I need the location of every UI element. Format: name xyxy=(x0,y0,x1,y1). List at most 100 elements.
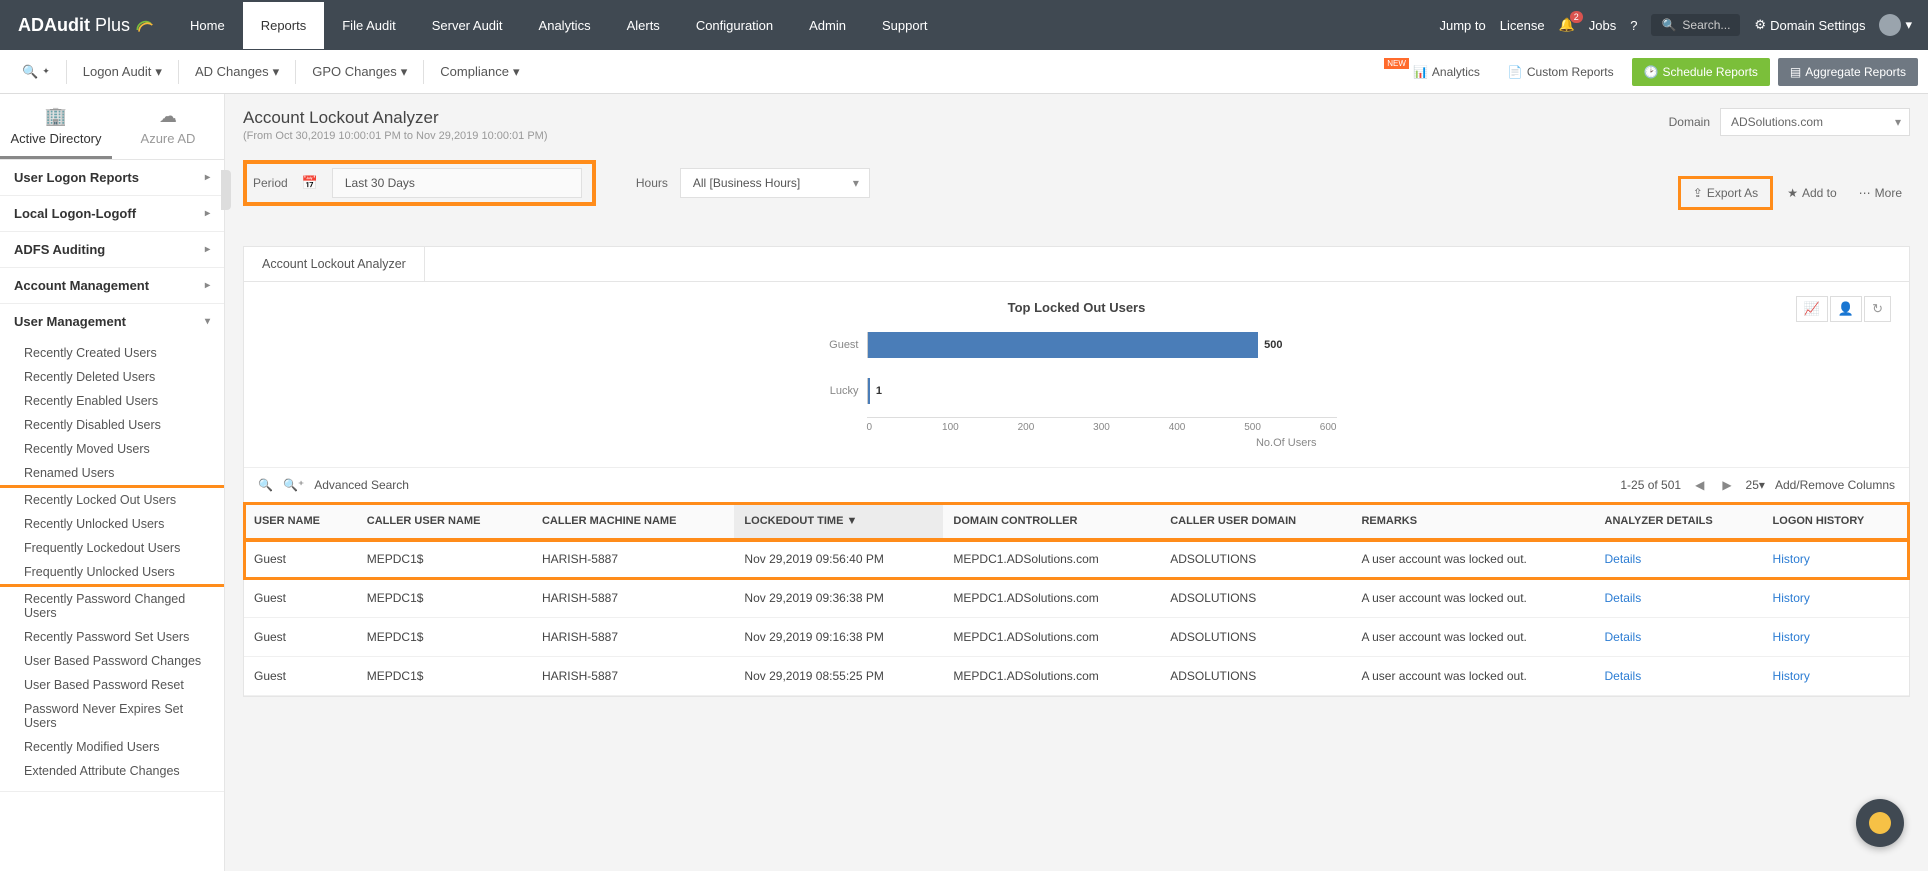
item-recently-locked[interactable]: Recently Locked Out Users xyxy=(0,488,224,512)
add-to-button[interactable]: ★Add to xyxy=(1779,181,1844,205)
hours-select[interactable]: All [Business Hours] xyxy=(680,168,870,198)
section-account-mgmt[interactable]: Account Management▸ xyxy=(0,268,224,303)
pager-prev[interactable]: ◀ xyxy=(1691,476,1708,494)
nav-configuration[interactable]: Configuration xyxy=(678,2,791,49)
item-recently-enabled[interactable]: Recently Enabled Users xyxy=(0,389,224,413)
item-pwd-never-expires[interactable]: Password Never Expires Set Users xyxy=(0,697,224,735)
details-link[interactable]: Details xyxy=(1605,669,1642,683)
calendar-icon[interactable]: 📅 xyxy=(302,175,318,191)
nav-server-audit[interactable]: Server Audit xyxy=(414,2,521,49)
pager-next[interactable]: ▶ xyxy=(1718,476,1735,494)
add-remove-columns[interactable]: Add/Remove Columns xyxy=(1775,478,1895,492)
col-caller-machine[interactable]: CALLER MACHINE NAME xyxy=(532,503,734,540)
nav-admin[interactable]: Admin xyxy=(791,2,864,49)
item-freq-locked[interactable]: Frequently Lockedout Users xyxy=(0,536,224,560)
section-adfs[interactable]: ADFS Auditing▸ xyxy=(0,232,224,267)
nav-analytics[interactable]: Analytics xyxy=(521,2,609,49)
advanced-search-icon[interactable]: 🔍⁺ xyxy=(283,478,304,492)
aggregate-reports-button[interactable]: ▤ Aggregate Reports xyxy=(1778,58,1918,86)
item-renamed[interactable]: Renamed Users xyxy=(0,461,224,485)
item-recently-modified[interactable]: Recently Modified Users xyxy=(0,735,224,759)
col-logon-history[interactable]: LOGON HISTORY xyxy=(1763,503,1909,540)
export-as-button[interactable]: ⇪Export As xyxy=(1685,181,1766,205)
building-icon: 🏢 xyxy=(4,106,108,127)
jump-to-link[interactable]: Jump to xyxy=(1439,18,1485,33)
jobs-link[interactable]: Jobs xyxy=(1589,18,1616,33)
topbar-right: Jump to License 🔔 2 Jobs ? 🔍 Search... ⚙… xyxy=(1439,14,1928,36)
history-link[interactable]: History xyxy=(1773,552,1810,566)
domain-settings-link[interactable]: ⚙ Domain Settings xyxy=(1754,17,1865,33)
tab-azure-ad[interactable]: ☁ Azure AD xyxy=(112,94,224,159)
col-lockedout-time[interactable]: LOCKEDOUT TIME ▼ xyxy=(734,503,943,540)
period-select[interactable]: Last 30 Days xyxy=(332,168,582,198)
user-menu[interactable]: ▾ xyxy=(1879,14,1912,36)
quick-pref-icon[interactable]: 🔍✦ xyxy=(10,58,62,86)
section-user-mgmt[interactable]: User Management▾ xyxy=(0,304,224,339)
item-freq-unlocked[interactable]: Frequently Unlocked Users xyxy=(0,560,224,584)
nav-alerts[interactable]: Alerts xyxy=(609,2,678,49)
tab-lockout-analyzer[interactable]: Account Lockout Analyzer xyxy=(244,247,425,281)
details-link[interactable]: Details xyxy=(1605,552,1642,566)
col-caller-domain[interactable]: CALLER USER DOMAIN xyxy=(1160,503,1351,540)
cell-history: History xyxy=(1763,540,1909,579)
item-user-pwd-changes[interactable]: User Based Password Changes xyxy=(0,649,224,673)
item-recently-moved[interactable]: Recently Moved Users xyxy=(0,437,224,461)
nav-file-audit[interactable]: File Audit xyxy=(324,2,413,49)
page-size-select[interactable]: 25▾ xyxy=(1746,478,1765,492)
help-fab[interactable] xyxy=(1856,799,1904,847)
chart-refresh-icon[interactable]: ↻ xyxy=(1864,296,1891,322)
topnav: Home Reports File Audit Server Audit Ana… xyxy=(172,2,1439,49)
domain-select-box[interactable]: ADSolutions.com xyxy=(1720,108,1910,136)
nav-reports[interactable]: Reports xyxy=(243,2,325,49)
item-pwd-changed[interactable]: Recently Password Changed Users xyxy=(0,587,224,625)
col-remarks[interactable]: REMARKS xyxy=(1351,503,1594,540)
col-analyzer-details[interactable]: ANALYZER DETAILS xyxy=(1595,503,1763,540)
section-user-logon[interactable]: User Logon Reports▸ xyxy=(0,160,224,195)
dd-compliance[interactable]: Compliance ▾ xyxy=(428,58,531,86)
chart-user-icon[interactable]: 👤 xyxy=(1830,296,1862,322)
custom-reports-button[interactable]: 📄 Custom Reports xyxy=(1498,58,1624,86)
license-link[interactable]: License xyxy=(1500,18,1545,33)
history-link[interactable]: History xyxy=(1773,630,1810,644)
schedule-reports-button[interactable]: 🕑 Schedule Reports xyxy=(1632,58,1770,86)
section-local-logon[interactable]: Local Logon-Logoff▸ xyxy=(0,196,224,231)
more-button[interactable]: ⋯More xyxy=(1851,181,1910,205)
item-pwd-set[interactable]: Recently Password Set Users xyxy=(0,625,224,649)
details-link[interactable]: Details xyxy=(1605,591,1642,605)
chart-settings-icon[interactable]: 📈 xyxy=(1796,296,1828,322)
item-recently-disabled[interactable]: Recently Disabled Users xyxy=(0,413,224,437)
history-link[interactable]: History xyxy=(1773,669,1810,683)
dd-gpo-changes[interactable]: GPO Changes ▾ xyxy=(300,58,419,86)
table-row[interactable]: GuestMEPDC1$HARISH-5887Nov 29,2019 08:55… xyxy=(244,657,1909,696)
highlighted-group: Recently Locked Out Users Recently Unloc… xyxy=(0,485,224,587)
item-extended-attr[interactable]: Extended Attribute Changes xyxy=(0,759,224,783)
analytics-button[interactable]: NEW 📊 Analytics xyxy=(1374,58,1490,86)
table-row[interactable]: GuestMEPDC1$HARISH-5887Nov 29,2019 09:16… xyxy=(244,618,1909,657)
tick-3: 300 xyxy=(1093,422,1169,433)
tab-active-directory[interactable]: 🏢 Active Directory xyxy=(0,94,112,159)
report-icon: 📄 xyxy=(1508,65,1523,79)
chart-area: 📈 👤 ↻ Top Locked Out Users Guest 500 Luc… xyxy=(244,282,1909,467)
details-link[interactable]: Details xyxy=(1605,630,1642,644)
nav-home[interactable]: Home xyxy=(172,2,243,49)
history-link[interactable]: History xyxy=(1773,591,1810,605)
dd-logon-audit[interactable]: Logon Audit ▾ xyxy=(71,58,174,86)
table-row[interactable]: GuestMEPDC1$HARISH-5887Nov 29,2019 09:56… xyxy=(244,540,1909,579)
table-row[interactable]: GuestMEPDC1$HARISH-5887Nov 29,2019 09:36… xyxy=(244,579,1909,618)
item-recently-created[interactable]: Recently Created Users xyxy=(0,341,224,365)
item-user-pwd-reset[interactable]: User Based Password Reset xyxy=(0,673,224,697)
help-link[interactable]: ? xyxy=(1630,18,1637,33)
dd-ad-changes[interactable]: AD Changes ▾ xyxy=(183,58,291,86)
item-recently-unlocked[interactable]: Recently Unlocked Users xyxy=(0,512,224,536)
filter-icon[interactable]: 🔍 xyxy=(258,478,273,492)
nav-support[interactable]: Support xyxy=(864,2,946,49)
advanced-search-link[interactable]: Advanced Search xyxy=(314,478,409,492)
section-account-mgmt-label: Account Management xyxy=(14,278,149,293)
item-recently-deleted[interactable]: Recently Deleted Users xyxy=(0,365,224,389)
logo-suffix: Plus xyxy=(90,15,130,35)
col-user-name[interactable]: USER NAME xyxy=(244,503,357,540)
col-domain-controller[interactable]: DOMAIN CONTROLLER xyxy=(943,503,1160,540)
col-caller-user[interactable]: CALLER USER NAME xyxy=(357,503,532,540)
global-search[interactable]: 🔍 Search... xyxy=(1651,14,1740,36)
notifications-bell[interactable]: 🔔 2 xyxy=(1559,17,1575,33)
